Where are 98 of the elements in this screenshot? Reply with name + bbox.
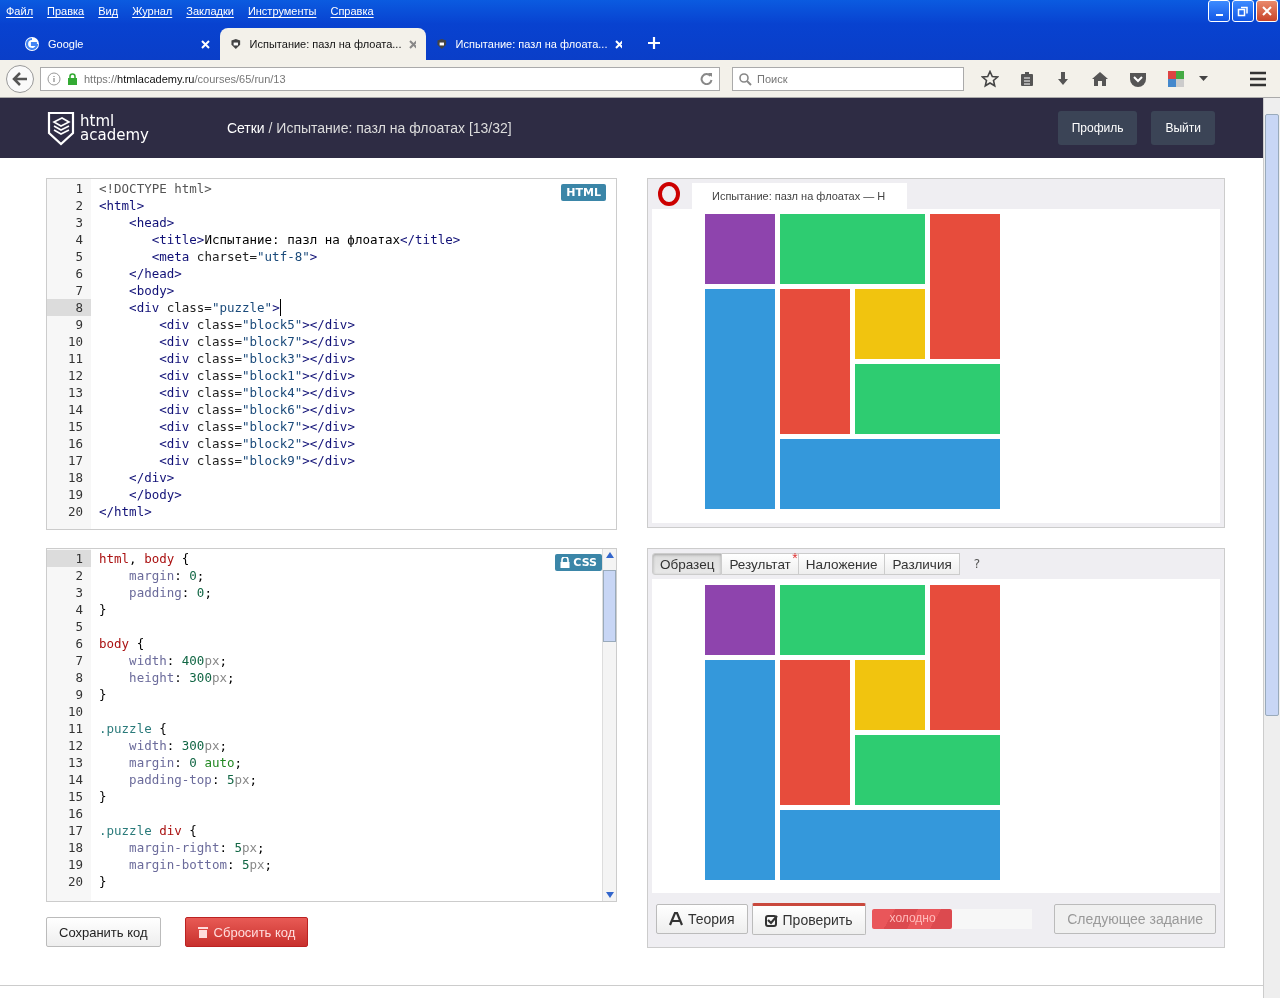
opera-icon <box>658 182 680 206</box>
code-line: <html> <box>98 197 145 214</box>
plus-icon <box>648 37 660 49</box>
code-line: } <box>98 873 107 890</box>
shield-icon <box>230 36 242 52</box>
code-line: margin: 0 auto; <box>128 754 243 771</box>
view-tab[interactable]: Наложение <box>798 553 886 575</box>
code-line: <head> <box>128 214 175 231</box>
code-line: margin: 0; <box>128 567 205 584</box>
scrollbar[interactable] <box>1263 98 1280 998</box>
code-line: width: 300px; <box>128 737 227 754</box>
close-button[interactable] <box>1256 0 1278 22</box>
code-editor[interactable] <box>46 178 617 530</box>
code-line: padding: 0; <box>128 584 212 601</box>
tab-title: Испытание: пазл на флоата... <box>455 38 608 50</box>
menu-item[interactable]: Правка <box>47 5 85 17</box>
scroll-thumb[interactable] <box>603 570 616 642</box>
breadcrumb: Сетки / Испытание: пазл на флоатах [13/32] <box>226 120 512 136</box>
lock-icon <box>67 72 78 85</box>
code-line: </html> <box>98 503 152 520</box>
letter-icon <box>669 912 683 926</box>
browser-tab[interactable]: Испытание: пазл на флоата... <box>220 28 426 60</box>
code-line: <div class="block2"></div> <box>158 435 355 452</box>
check-button[interactable]: Проверить <box>751 903 866 935</box>
browser-tab[interactable]: Google <box>14 28 220 60</box>
code-line: padding-top: 5px; <box>128 771 258 788</box>
menu-item[interactable]: Инструменты <box>247 5 317 17</box>
language-badge: CSS <box>555 554 602 571</box>
code-line: </head> <box>128 265 182 282</box>
code-line: </body> <box>128 486 182 503</box>
search-icon <box>739 72 752 86</box>
code-line: .puzzle div { <box>98 822 197 839</box>
header-button[interactable]: Профиль <box>1057 111 1138 145</box>
code-line: <div class="block5"></div> <box>158 316 355 333</box>
code-line: <meta charset="utf-8"> <box>150 248 318 265</box>
code-line: margin-bottom: 5px; <box>128 856 273 873</box>
minimize-icon <box>1215 14 1223 16</box>
trash-icon <box>197 926 208 938</box>
back-arrow-icon <box>12 71 28 86</box>
save-button[interactable]: Сохранить код <box>46 917 161 947</box>
code-line: <div class="block1"></div> <box>158 367 355 384</box>
scroll-thumb[interactable] <box>1265 114 1279 716</box>
google-icon <box>24 36 40 52</box>
reload-icon[interactable] <box>700 72 713 85</box>
url-text: https://htmlacademy.ru/courses/65/run/13 <box>84 72 287 85</box>
line-number: 1 <box>47 550 91 567</box>
restore-button[interactable] <box>1232 0 1254 22</box>
theory-button[interactable]: Теория <box>656 904 748 934</box>
meter-label: холодно <box>889 911 936 925</box>
menu-item[interactable]: Справка <box>330 5 374 17</box>
back-button[interactable] <box>6 64 34 93</box>
code-line: <div class="block7"></div> <box>158 333 355 350</box>
code-line: <body> <box>128 282 175 299</box>
view-tab[interactable]: Результат* <box>722 553 799 575</box>
browser-tab[interactable]: Испытание: пазл на флоата... <box>426 28 632 60</box>
scroll-down-icon[interactable] <box>605 892 614 898</box>
menu-item[interactable]: Вид <box>98 5 119 17</box>
shield-icon <box>436 36 448 52</box>
menu-item[interactable]: Журнал <box>132 5 173 17</box>
header-button[interactable]: Выйти <box>1151 111 1215 145</box>
address-bar[interactable]: https://htmlacademy.ru/courses/65/run/13 <box>40 66 720 91</box>
code-line: <div class="block3"></div> <box>158 350 355 367</box>
restore-icon <box>1237 5 1249 17</box>
code-line: <div class="puzzle"> <box>91 299 281 316</box>
code-line: height: 300px; <box>128 669 235 686</box>
code-line: } <box>98 788 107 805</box>
tab-title: Испытание: пазл на флоата... <box>249 38 402 50</box>
code-line: margin-right: 5px; <box>128 839 265 856</box>
code-line: .puzzle { <box>98 720 167 737</box>
language-badge: HTML <box>561 184 606 201</box>
search-field[interactable]: Поиск <box>732 66 964 91</box>
line-number: 8 <box>47 299 91 316</box>
tab-title: Google <box>48 38 85 50</box>
code-line: width: 400px; <box>128 652 227 669</box>
checkbox-icon <box>764 913 778 927</box>
code-line: } <box>98 601 107 618</box>
code-line: <title>Испытание: пазл на флоатах</title> <box>150 231 461 248</box>
code-line: html, body { <box>98 550 190 567</box>
code-line: </div> <box>128 469 175 486</box>
code-line: } <box>98 686 107 703</box>
minimize-button[interactable] <box>1208 0 1230 22</box>
code-line: body { <box>98 635 145 652</box>
code-line: <div class="block9"></div> <box>158 452 355 469</box>
scrollbar[interactable] <box>602 549 616 901</box>
logo[interactable]: html academy <box>46 110 149 146</box>
menu-item[interactable]: Файл <box>6 5 34 17</box>
reset-button[interactable]: Сбросить код <box>184 917 309 947</box>
view-tab[interactable]: Различия <box>885 553 960 575</box>
code-line: <div class="block7"></div> <box>158 418 355 435</box>
code-line: <!DOCTYPE html> <box>98 180 212 197</box>
close-icon <box>1261 5 1273 17</box>
scroll-up-icon[interactable] <box>605 552 614 558</box>
view-tab[interactable]: Образец <box>652 553 723 575</box>
help-link[interactable]: ? <box>973 557 981 571</box>
menu-item[interactable]: Закладки <box>186 5 234 17</box>
code-line: <div class="block4"></div> <box>158 384 355 401</box>
code-line: <div class="block6"></div> <box>158 401 355 418</box>
modified-mark: * <box>792 550 798 566</box>
